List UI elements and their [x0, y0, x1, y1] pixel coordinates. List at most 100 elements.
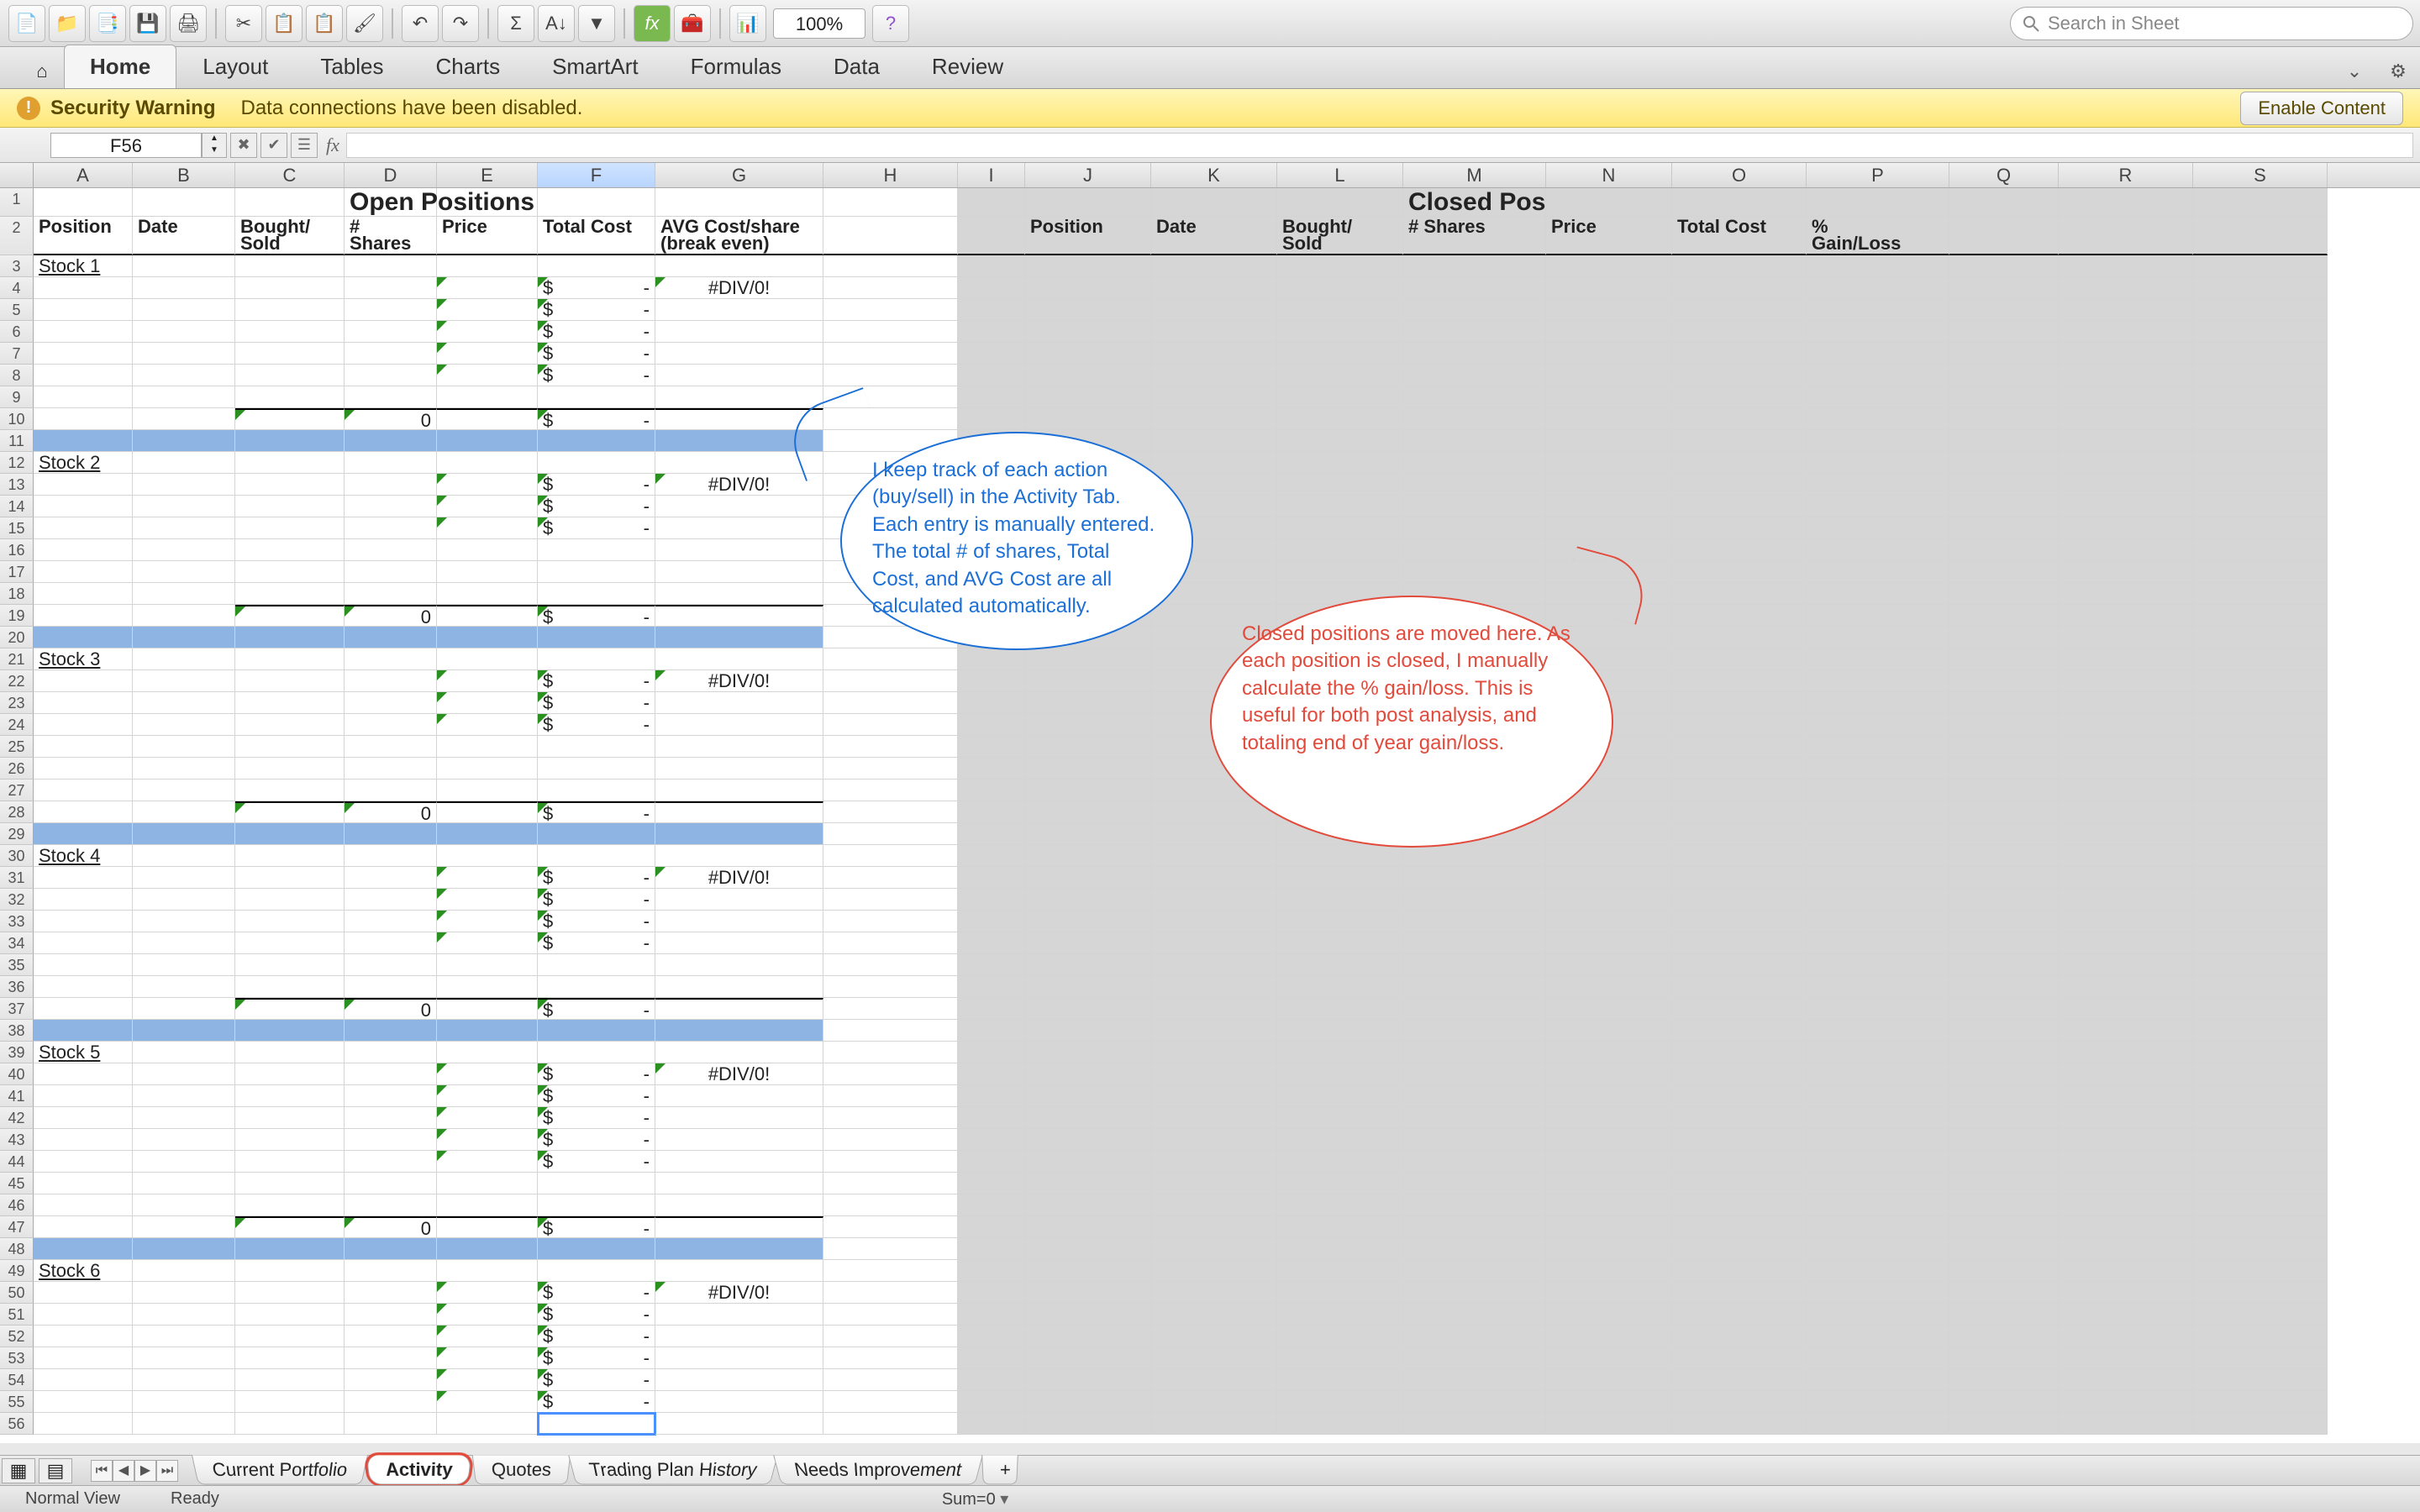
cell[interactable]: [1807, 277, 1949, 299]
cell[interactable]: [1807, 365, 1949, 386]
cell[interactable]: [538, 1020, 655, 1042]
row-header[interactable]: 16: [0, 539, 34, 561]
cell[interactable]: [958, 998, 1025, 1020]
cell[interactable]: [133, 780, 235, 801]
cell[interactable]: [2193, 1042, 2328, 1063]
cell[interactable]: [1025, 255, 1151, 277]
cell[interactable]: $-: [538, 692, 655, 714]
cell[interactable]: [437, 343, 538, 365]
cell[interactable]: [1949, 1020, 2059, 1042]
cell[interactable]: [958, 1216, 1025, 1238]
cell[interactable]: [655, 365, 823, 386]
ribbon-tab-formulas[interactable]: Formulas: [665, 45, 808, 88]
cell[interactable]: [1277, 1304, 1403, 1326]
help-icon[interactable]: ?: [872, 5, 909, 42]
cell[interactable]: [34, 1413, 133, 1435]
cell[interactable]: [1403, 1326, 1546, 1347]
cell[interactable]: [2059, 758, 2193, 780]
sum-icon[interactable]: Σ: [497, 5, 534, 42]
cell[interactable]: [1807, 343, 1949, 365]
cell[interactable]: [34, 714, 133, 736]
cell[interactable]: [1672, 583, 1807, 605]
cell[interactable]: [655, 1413, 823, 1435]
cell[interactable]: [1807, 801, 1949, 823]
cell[interactable]: [1025, 1391, 1151, 1413]
cell[interactable]: [133, 430, 235, 452]
cell[interactable]: [34, 517, 133, 539]
cell[interactable]: [1672, 1347, 1807, 1369]
cell[interactable]: [345, 1347, 437, 1369]
cell[interactable]: [2059, 1369, 2193, 1391]
cell[interactable]: [235, 408, 345, 430]
cell[interactable]: [1807, 561, 1949, 583]
cell[interactable]: [34, 1238, 133, 1260]
cell[interactable]: [345, 255, 437, 277]
cell[interactable]: [655, 255, 823, 277]
column-header[interactable]: Q: [1949, 163, 2059, 187]
row-header[interactable]: 28: [0, 801, 34, 823]
cell[interactable]: [437, 1347, 538, 1369]
cell[interactable]: [133, 954, 235, 976]
cell[interactable]: [1151, 1173, 1277, 1194]
open-icon[interactable]: 📁: [49, 5, 86, 42]
cell[interactable]: [1807, 1151, 1949, 1173]
row-header[interactable]: 25: [0, 736, 34, 758]
cell[interactable]: [235, 714, 345, 736]
cell[interactable]: [1672, 365, 1807, 386]
formula-history-icon[interactable]: ☰: [291, 133, 318, 158]
cell[interactable]: [1403, 1413, 1546, 1435]
cell[interactable]: Total Cost: [538, 217, 655, 255]
cell[interactable]: [1807, 496, 1949, 517]
column-header[interactable]: H: [823, 163, 958, 187]
cell[interactable]: [1151, 845, 1277, 867]
cell[interactable]: [1025, 845, 1151, 867]
format-painter-icon[interactable]: 🖌: [346, 5, 383, 42]
home-icon[interactable]: ⌂: [25, 55, 59, 88]
cell[interactable]: [1403, 321, 1546, 343]
cell[interactable]: [1949, 758, 2059, 780]
cell[interactable]: [133, 1282, 235, 1304]
cell[interactable]: [655, 188, 823, 217]
cell[interactable]: [1277, 1260, 1403, 1282]
cell[interactable]: [34, 1151, 133, 1173]
cell[interactable]: [2193, 386, 2328, 408]
cell[interactable]: [133, 1129, 235, 1151]
cell[interactable]: [1546, 1194, 1672, 1216]
cell[interactable]: $-: [538, 911, 655, 932]
cell[interactable]: [1807, 736, 1949, 758]
cell[interactable]: [1277, 321, 1403, 343]
cell[interactable]: [1546, 1369, 1672, 1391]
row-header[interactable]: 19: [0, 605, 34, 627]
cell[interactable]: [1546, 1216, 1672, 1238]
cell[interactable]: [655, 1042, 823, 1063]
row-header[interactable]: 4: [0, 277, 34, 299]
cell[interactable]: [345, 1238, 437, 1260]
cell[interactable]: [1672, 539, 1807, 561]
cell[interactable]: [437, 1369, 538, 1391]
row-header[interactable]: 3: [0, 255, 34, 277]
cell[interactable]: [345, 343, 437, 365]
cell[interactable]: [1277, 1085, 1403, 1107]
cell[interactable]: [1807, 911, 1949, 932]
cell[interactable]: [235, 1326, 345, 1347]
cell[interactable]: [1949, 1347, 2059, 1369]
cell[interactable]: [1807, 1063, 1949, 1085]
cell[interactable]: [1151, 932, 1277, 954]
cell[interactable]: #DIV/0!: [655, 1282, 823, 1304]
cell[interactable]: [1403, 1391, 1546, 1413]
cell[interactable]: [235, 583, 345, 605]
cell[interactable]: [2059, 583, 2193, 605]
cell[interactable]: [34, 1347, 133, 1369]
cell[interactable]: [1949, 976, 2059, 998]
cell[interactable]: [2059, 998, 2193, 1020]
cell[interactable]: [1949, 780, 2059, 801]
cell[interactable]: [345, 1042, 437, 1063]
column-header[interactable]: E: [437, 163, 538, 187]
row-header[interactable]: 27: [0, 780, 34, 801]
cell[interactable]: [1949, 452, 2059, 474]
cell[interactable]: [437, 736, 538, 758]
row-header[interactable]: 47: [0, 1216, 34, 1238]
cell[interactable]: [2193, 188, 2328, 217]
cell[interactable]: [133, 1391, 235, 1413]
cell[interactable]: [34, 408, 133, 430]
